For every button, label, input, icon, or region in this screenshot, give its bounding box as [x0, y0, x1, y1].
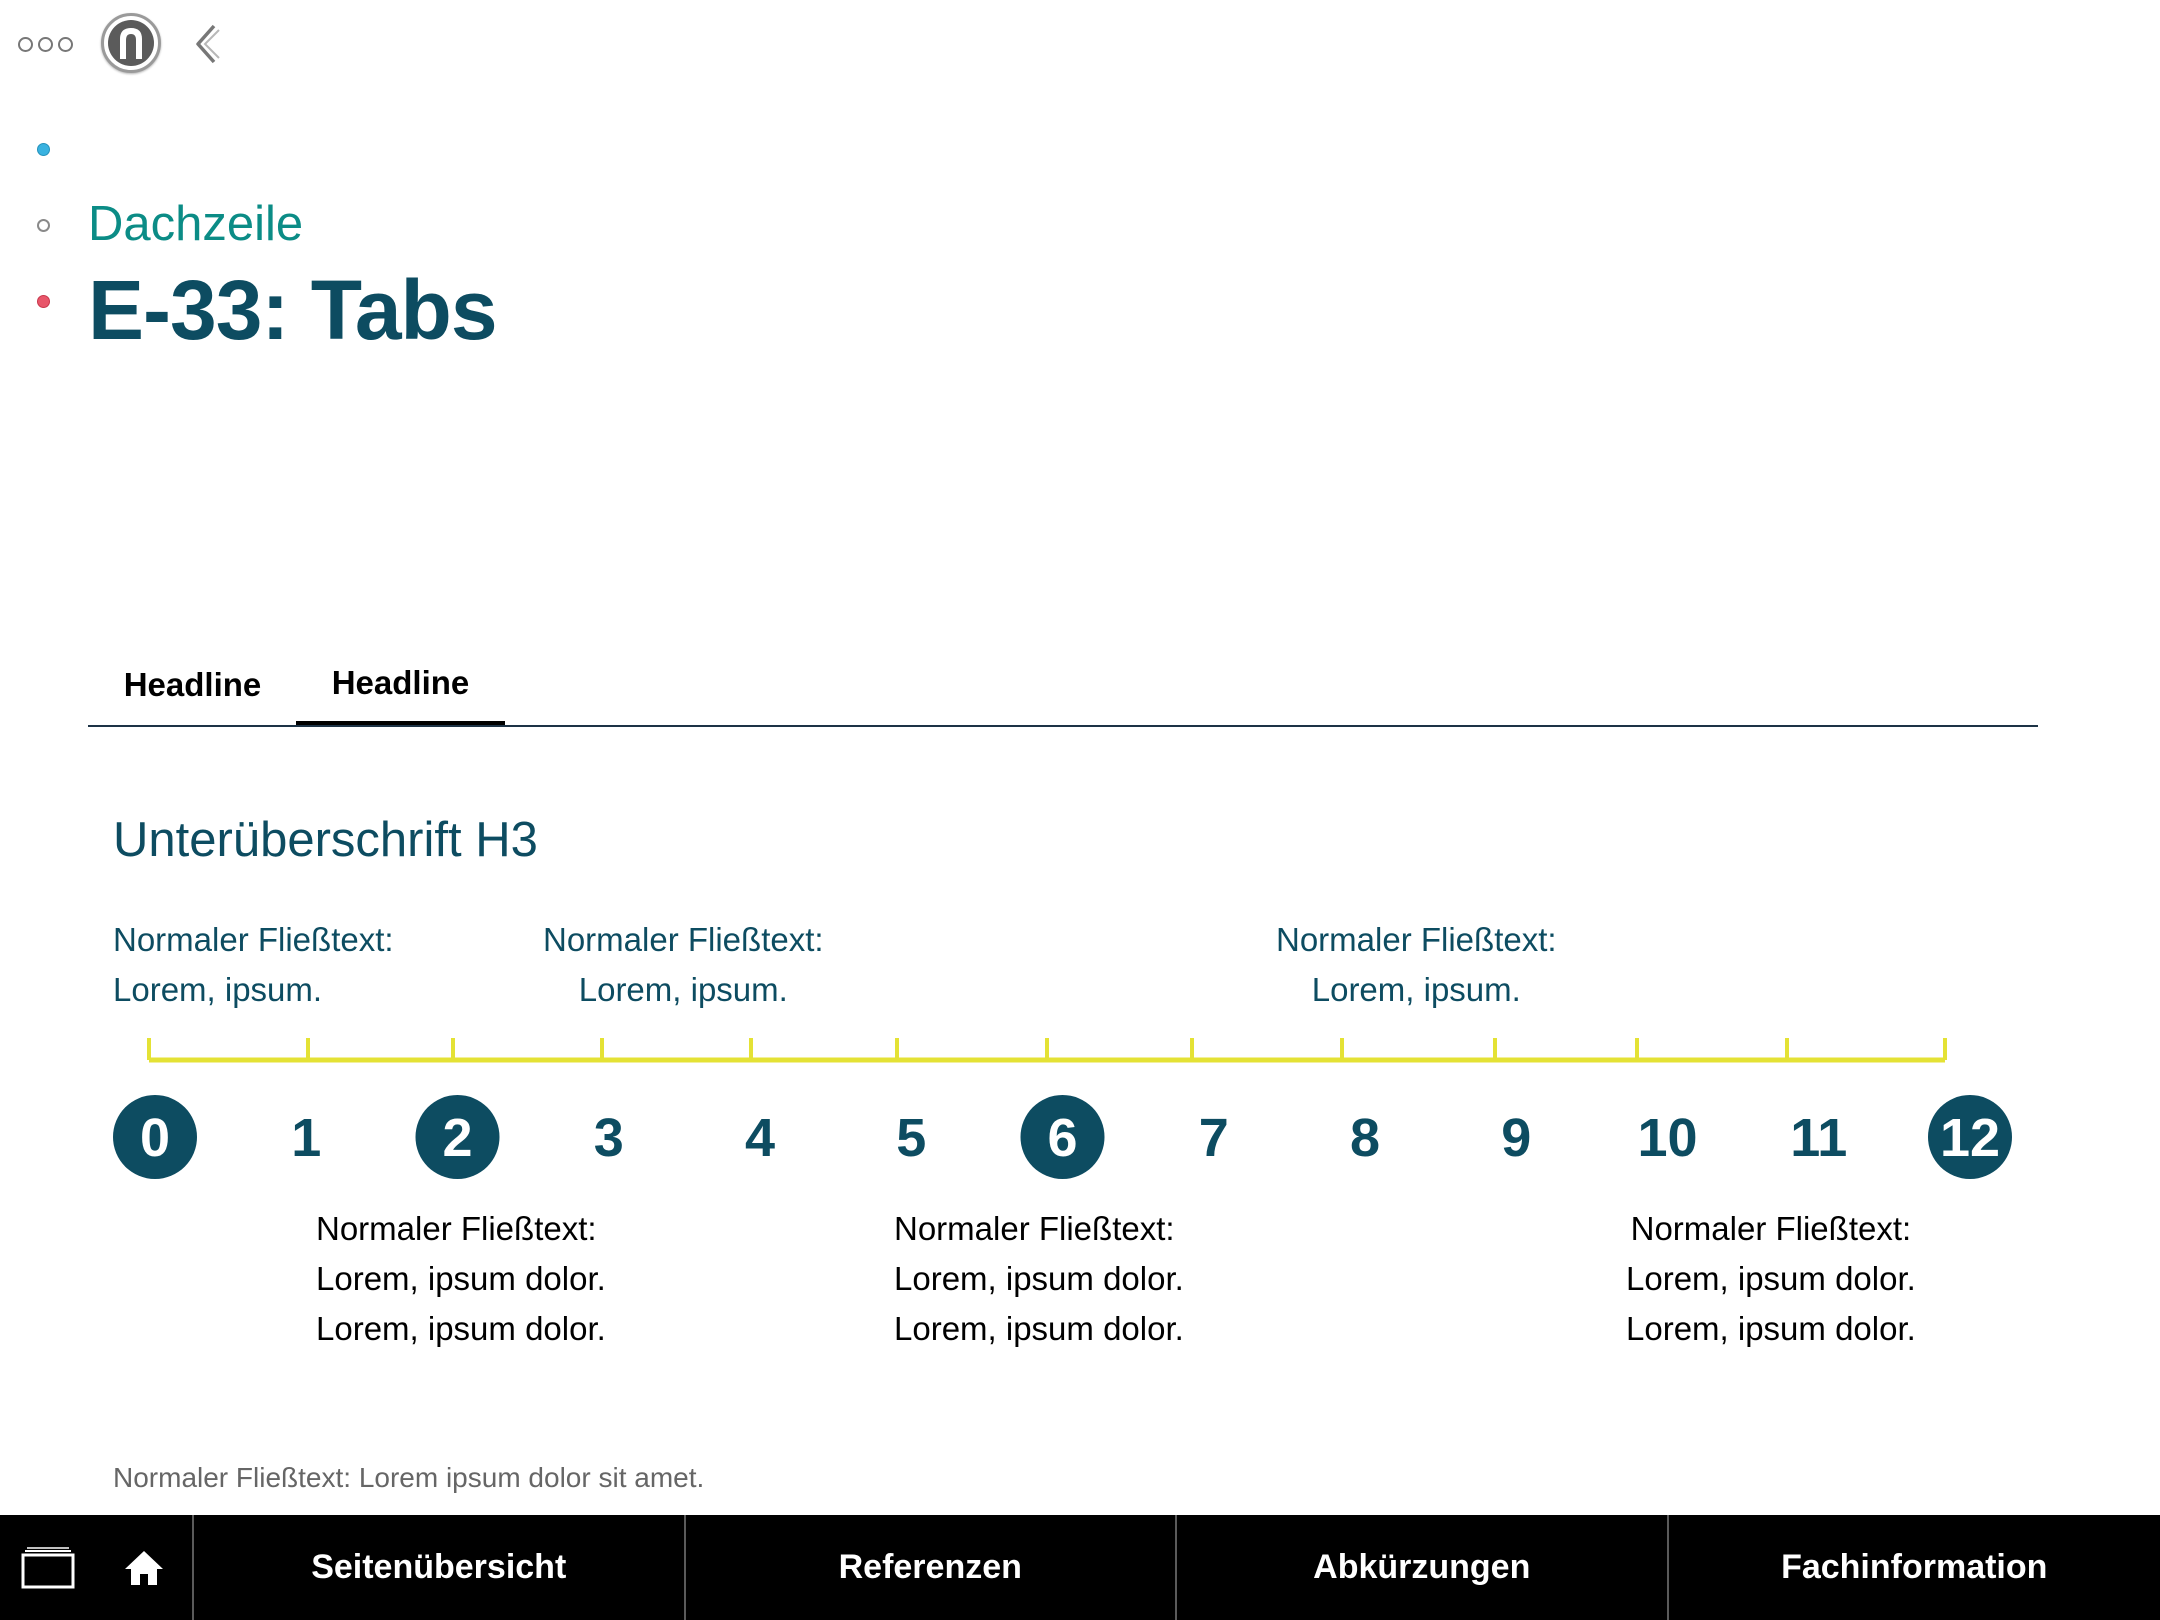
- note-line: Normaler Fließtext:: [894, 1210, 1175, 1247]
- note-line: Lorem, ipsum.: [113, 971, 323, 1008]
- lower-note-2: Normaler Fließtext: Lorem, ipsum dolor. …: [894, 1204, 1184, 1354]
- nav-abkuerzungen[interactable]: Abkürzungen: [1177, 1515, 1669, 1620]
- timeline-number-12: 12: [1940, 1108, 2000, 1168]
- nav-referenzen[interactable]: Referenzen: [686, 1515, 1177, 1620]
- nav-fachinformation[interactable]: Fachinformation: [1669, 1515, 2160, 1620]
- lower-note-1: Normaler Fließtext: Lorem, ipsum dolor. …: [316, 1204, 606, 1354]
- note-line: Lorem, ipsum.: [1311, 971, 1521, 1008]
- note-line: Lorem, ipsum dolor.: [1626, 1260, 1916, 1297]
- note-line: Normaler Fließtext:: [1276, 921, 1557, 958]
- profile-icon-inner: [108, 20, 154, 66]
- timeline-number-4: 4: [745, 1108, 775, 1168]
- home-icon[interactable]: [95, 1515, 194, 1620]
- upper-note-3: Normaler Fließtext: Lorem, ipsum.: [1276, 915, 1557, 1015]
- bottom-nav-bar: Seitenübersicht Referenzen Abkürzungen F…: [0, 1515, 2160, 1620]
- more-dots-icon[interactable]: [18, 34, 73, 54]
- windows-icon-graphic: [21, 1546, 74, 1588]
- dot: [18, 36, 33, 52]
- page-title: E-33: Tabs: [88, 263, 498, 357]
- kicker-text: Dachzeile: [88, 197, 304, 251]
- note-line: Normaler Fließtext:: [543, 921, 824, 958]
- dot: [58, 36, 73, 52]
- subheading: Unterüberschrift H3: [113, 813, 538, 867]
- timeline-number-11: 11: [1790, 1108, 1847, 1168]
- tabs-divider: [88, 725, 2038, 727]
- nav-dot-3[interactable]: [37, 295, 50, 308]
- upper-note-2: Normaler Fließtext: Lorem, ipsum.: [543, 915, 824, 1015]
- timeline-number-3: 3: [594, 1108, 624, 1168]
- note-line: Lorem, ipsum dolor.: [894, 1310, 1184, 1347]
- timeline-number-7: 7: [1199, 1108, 1229, 1168]
- profile-icon[interactable]: [101, 13, 161, 73]
- timeline-number-5: 5: [896, 1108, 926, 1168]
- nav-dot-2[interactable]: [37, 219, 50, 232]
- nav-seitenuebersicht[interactable]: Seitenübersicht: [194, 1515, 686, 1620]
- timeline: 0 1 2 3 4 5 6 7 8 9 10 11 12: [113, 1038, 2012, 1179]
- note-line: Normaler Fließtext:: [1630, 1210, 1912, 1247]
- footnote-text: Normaler Fließtext: Lorem ipsum dolor si…: [113, 1462, 705, 1493]
- note-line: Lorem, ipsum dolor.: [316, 1260, 606, 1297]
- timeline-number-9: 9: [1501, 1108, 1531, 1168]
- windows-icon[interactable]: [0, 1515, 95, 1620]
- timeline-number-0: 0: [140, 1108, 170, 1168]
- timeline-number-8: 8: [1350, 1108, 1380, 1168]
- tab-headline-2[interactable]: Headline: [296, 644, 505, 726]
- note-line: Normaler Fließtext:: [316, 1210, 597, 1247]
- note-line: Normaler Fließtext:: [113, 921, 394, 958]
- timeline-number-1: 1: [291, 1108, 321, 1168]
- nav-dot-1[interactable]: [37, 143, 50, 156]
- lower-note-3: Normaler Fließtext: Lorem, ipsum dolor. …: [1626, 1204, 1916, 1354]
- note-line: Lorem, ipsum dolor.: [1626, 1310, 1916, 1347]
- note-line: Lorem, ipsum dolor.: [894, 1260, 1184, 1297]
- person-icon: [120, 28, 142, 59]
- timeline-number-6: 6: [1047, 1108, 1077, 1168]
- timeline-scale: [147, 1038, 1947, 1063]
- chevron-left-icon[interactable]: [190, 22, 224, 66]
- dot: [38, 36, 53, 52]
- tab-headline-1[interactable]: Headline: [100, 644, 285, 726]
- timeline-number-2: 2: [442, 1108, 472, 1168]
- note-line: Lorem, ipsum.: [578, 971, 788, 1008]
- upper-note-1: Normaler Fließtext: Lorem, ipsum.: [113, 915, 394, 1015]
- home-icon-graphic: [124, 1550, 163, 1585]
- timeline-marks: 0 1 2 3 4 5 6 7 8 9 10 11 12: [113, 1095, 2012, 1179]
- note-line: Lorem, ipsum dolor.: [316, 1310, 606, 1347]
- timeline-number-10: 10: [1637, 1108, 1697, 1168]
